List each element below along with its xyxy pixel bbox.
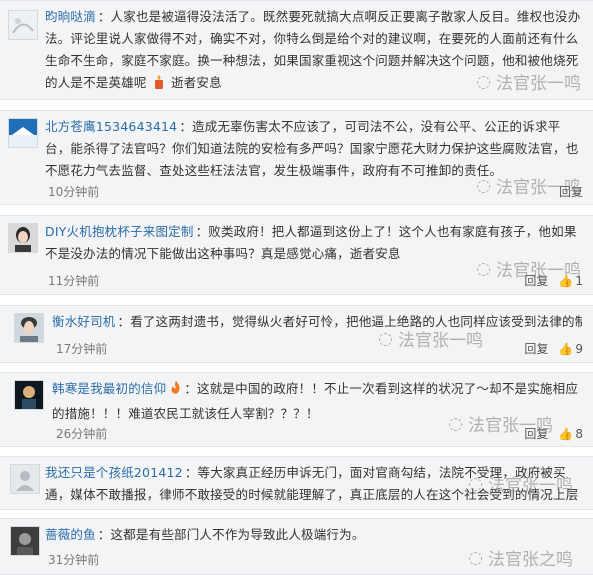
username-link[interactable]: 蔷薇的鱼 [45, 527, 96, 542]
comment-card: 韩寒是我最初的信仰 ：这就是中国的政府！！不止一次看到这样的状况了～却不是实施相应… [0, 372, 593, 447]
reply-button[interactable]: 回复 [524, 425, 548, 442]
timestamp: 17分钟前 [56, 342, 108, 356]
watermark: ◌ 法官张之鸣 [468, 547, 573, 571]
comment-text: 衡水好司机 ：看了这两封遗书，觉得纵火者好可怜，把他逼上绝路的人也同样应该受到法律… [52, 311, 582, 333]
timestamp: 31分钟前 [48, 553, 100, 567]
username-link[interactable]: 昀晌哒滴 [45, 9, 96, 24]
comment-text: 昀晌哒滴 ：人家也是被逼得没法活了。既然要死就搞大点啊反正要离子散家人反目。维权也… [45, 6, 583, 97]
like-button[interactable]: 👍 1 [558, 274, 583, 288]
like-count: 9 [575, 341, 583, 356]
comment-suffix: 逝者安息 [170, 75, 222, 90]
like-button[interactable]: 👍 9 [558, 342, 583, 356]
comment-actions: 回复 👍 1 [524, 272, 583, 289]
thumbs-up-icon: 👍 [558, 426, 574, 441]
timestamp: 26分钟前 [56, 427, 108, 441]
like-count: 8 [575, 426, 583, 441]
comment-card: DIY火机抱枕杯子来图定制 ：败类政府！把人都逼到这份上了！这个人也有家庭有孩子，… [0, 215, 593, 295]
comment-card: 蔷薇的鱼 ：这都是有些部门人不作为导致此人极端行为。 31分钟前 ◌ 法官张之鸣 [0, 518, 593, 575]
thumbs-up-icon: 👍 [558, 341, 574, 356]
comment-body: ：这都是有些部门人不作为导致此人极端行为。 [97, 527, 365, 542]
wechat-icon: ◌ [468, 547, 483, 568]
comment-card: 衡水好司机 ：看了这两封遗书，觉得纵火者好可怜，把他逼上绝路的人也同样应该受到法律… [0, 305, 593, 363]
comment-card: 昀晌哒滴 ：人家也是被逼得没法活了。既然要死就搞大点啊反正要离子散家人反目。维权也… [0, 0, 593, 100]
timestamp: 10分钟前 [48, 185, 100, 199]
avatar[interactable] [8, 223, 38, 253]
comment-text: DIY火机抱枕杯子来图定制 ：败类政府！把人都逼到这份上了！这个人也有家庭有孩子，… [45, 221, 583, 265]
reply-button[interactable]: 回复 [524, 340, 548, 357]
reply-button[interactable]: 回复 [559, 183, 583, 200]
username-link[interactable]: 我还只是个孩纸201412 [45, 465, 183, 480]
comment-body: ：人家也是被逼得没法活了。既然要死就搞大点啊反正要离子散家人反目。维权也没办法。… [45, 9, 581, 90]
avatar[interactable] [14, 313, 44, 343]
timestamp: 11分钟前 [48, 274, 100, 288]
thumbs-up-icon: 👍 [558, 273, 574, 288]
comment-card: 我还只是个孩纸201412 ：等大家真正经历申诉无门，面对官商勾结，法院不受理，政… [0, 456, 593, 510]
username-link[interactable]: 韩寒是我最初的信仰 [52, 381, 166, 396]
like-button[interactable]: 👍 8 [558, 427, 583, 441]
avatar[interactable] [10, 526, 40, 556]
comment-text: 北方苍鹰1534643414 ：造成无辜伤害太不应该了，可司法不公，没有公平、公正… [45, 116, 583, 182]
username-link[interactable]: 衡水好司机 [52, 314, 116, 329]
avatar[interactable] [14, 380, 44, 410]
avatar[interactable] [10, 464, 40, 494]
comment-text: 韩寒是我最初的信仰 ：这就是中国的政府！！不止一次看到这样的状况了～却不是实施相应… [52, 378, 582, 425]
comment-card: 北方苍鹰1534643414 ：造成无辜伤害太不应该了，可司法不公，没有公平、公正… [0, 110, 593, 205]
username-link[interactable]: 北方苍鹰1534643414 [45, 119, 177, 134]
like-count: 1 [575, 273, 583, 288]
comment-actions: 回复 [559, 183, 583, 200]
comment-body: ：看了这两封遗书，觉得纵火者好可怜，把他逼上绝路的人也同样应该受到法律的制裁。 [117, 314, 582, 329]
avatar[interactable] [8, 10, 38, 40]
username-link[interactable]: DIY火机抱枕杯子来图定制 [45, 224, 194, 239]
flame-badge-icon [168, 380, 184, 403]
comment-text: 我还只是个孩纸201412 ：等大家真正经历申诉无门，面对官商勾结，法院不受理，政… [45, 462, 583, 509]
reply-button[interactable]: 回复 [524, 272, 548, 289]
comment-text: 蔷薇的鱼 ：这都是有些部门人不作为导致此人极端行为。 [45, 524, 583, 546]
candle-icon [151, 74, 167, 97]
comment-actions: 回复 👍 8 [524, 425, 583, 442]
avatar[interactable] [8, 118, 38, 148]
comment-actions: 回复 👍 9 [524, 340, 583, 357]
